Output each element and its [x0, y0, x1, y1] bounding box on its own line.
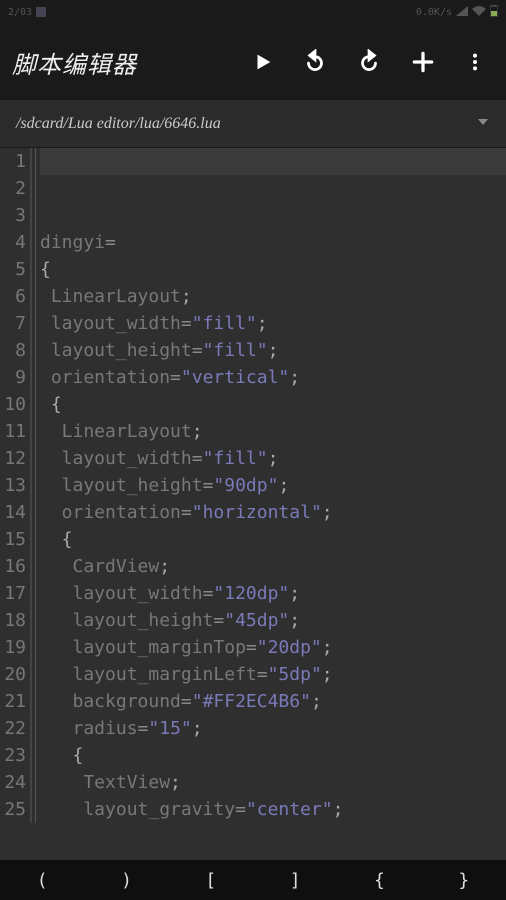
line-number: 7 [0, 310, 26, 337]
battery-icon [490, 5, 498, 20]
undo-button[interactable] [302, 49, 328, 75]
line-number: 11 [0, 418, 26, 445]
line-number: 20 [0, 661, 26, 688]
symbol-key[interactable]: [ [193, 864, 228, 897]
code-line[interactable]: layout_width="120dp"; [40, 580, 506, 607]
line-number: 13 [0, 472, 26, 499]
signal-icon [456, 6, 468, 19]
symbol-key[interactable]: ( [25, 864, 60, 897]
code-line[interactable]: orientation="vertical"; [40, 364, 506, 391]
code-line[interactable]: layout_marginTop="20dp"; [40, 634, 506, 661]
code-line[interactable]: layout_height="45dp"; [40, 607, 506, 634]
code-content[interactable]: dingyi={ LinearLayout; layout_width="fil… [36, 148, 506, 823]
code-line[interactable] [40, 202, 506, 229]
symbol-key[interactable]: } [446, 864, 481, 897]
symbol-key[interactable]: ] [278, 864, 313, 897]
redo-button[interactable] [356, 49, 382, 75]
file-path-bar[interactable]: /sdcard/Lua editor/lua/6646.lua [0, 100, 506, 148]
toolbar: 脚本编辑器 [0, 24, 506, 100]
line-number: 6 [0, 283, 26, 310]
status-time: 2/03 [8, 7, 32, 18]
line-number: 16 [0, 553, 26, 580]
line-number: 19 [0, 634, 26, 661]
code-line[interactable] [40, 175, 506, 202]
line-number: 24 [0, 769, 26, 796]
line-number: 17 [0, 580, 26, 607]
line-number: 5 [0, 256, 26, 283]
line-number: 18 [0, 607, 26, 634]
wifi-icon [472, 6, 486, 19]
code-line[interactable]: radius="15"; [40, 715, 506, 742]
line-number: 10 [0, 391, 26, 418]
chevron-down-icon [476, 115, 490, 133]
line-number: 3 [0, 202, 26, 229]
line-gutter: 1234567891011121314151617181920212223242… [0, 148, 30, 823]
line-number: 2 [0, 175, 26, 202]
more-menu-button[interactable] [464, 51, 486, 73]
code-line[interactable]: layout_marginLeft="5dp"; [40, 661, 506, 688]
symbol-keyboard: () [] {} [0, 860, 506, 900]
code-line[interactable]: CardView; [40, 553, 506, 580]
line-number: 1 [0, 148, 26, 175]
status-bar: 2/03 0.0K/s [0, 0, 506, 24]
code-line[interactable]: { [40, 256, 506, 283]
symbol-key[interactable]: { [362, 864, 397, 897]
line-number: 22 [0, 715, 26, 742]
line-number: 9 [0, 364, 26, 391]
line-number: 21 [0, 688, 26, 715]
code-editor[interactable]: 1234567891011121314151617181920212223242… [0, 148, 506, 860]
code-line[interactable]: TextView; [40, 769, 506, 796]
code-line[interactable]: { [40, 391, 506, 418]
code-line[interactable]: layout_height="fill"; [40, 337, 506, 364]
code-line[interactable]: { [40, 742, 506, 769]
code-line[interactable]: LinearLayout; [40, 418, 506, 445]
code-line[interactable]: orientation="horizontal"; [40, 499, 506, 526]
code-line[interactable]: layout_gravity="center"; [40, 796, 506, 823]
line-number: 4 [0, 229, 26, 256]
calendar-icon [36, 7, 46, 17]
code-line[interactable]: background="#FF2EC4B6"; [40, 688, 506, 715]
add-button[interactable] [410, 49, 436, 75]
line-number: 12 [0, 445, 26, 472]
network-speed: 0.0K/s [416, 7, 452, 18]
code-line[interactable]: layout_height="90dp"; [40, 472, 506, 499]
line-number: 25 [0, 796, 26, 823]
code-line[interactable] [40, 148, 506, 175]
code-line[interactable]: { [40, 526, 506, 553]
line-number: 15 [0, 526, 26, 553]
line-number: 14 [0, 499, 26, 526]
line-number: 8 [0, 337, 26, 364]
line-number: 23 [0, 742, 26, 769]
code-line[interactable]: dingyi= [40, 229, 506, 256]
play-button[interactable] [252, 51, 274, 73]
code-line[interactable]: layout_width="fill"; [40, 445, 506, 472]
file-path: /sdcard/Lua editor/lua/6646.lua [16, 115, 476, 133]
symbol-key[interactable]: ) [109, 864, 144, 897]
code-line[interactable]: layout_width="fill"; [40, 310, 506, 337]
code-line[interactable]: LinearLayout; [40, 283, 506, 310]
app-title: 脚本编辑器 [12, 45, 137, 80]
